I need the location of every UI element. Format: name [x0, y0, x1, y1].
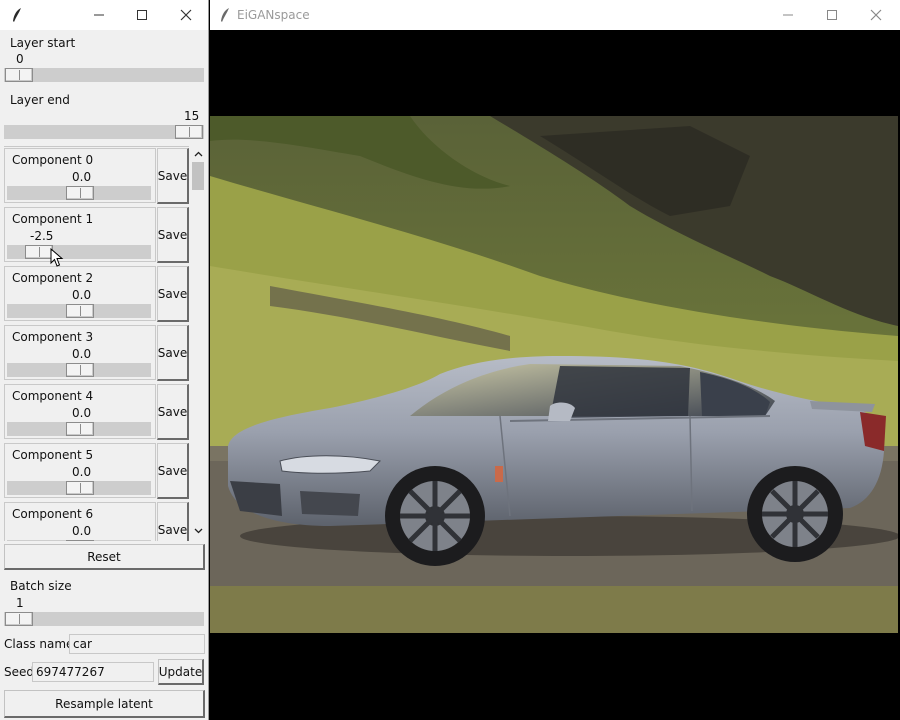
component-value: 0.0: [72, 406, 92, 420]
component-value: 0.0: [72, 288, 92, 302]
layer-start-value: 0: [16, 52, 24, 66]
close-icon: [870, 9, 882, 21]
chevron-up-icon[interactable]: [193, 149, 204, 160]
component-value: -2.5: [30, 229, 54, 243]
minimize-button[interactable]: [766, 0, 810, 30]
maximize-button[interactable]: [120, 0, 164, 30]
control-title-bar: [0, 0, 208, 30]
component-list: Component 0 0.0 Save Component 1 -2.5 Sa…: [4, 146, 189, 541]
maximize-icon: [137, 10, 147, 20]
minimize-icon: [94, 14, 104, 16]
component-slider-thumb[interactable]: [66, 304, 94, 318]
component-save-button[interactable]: Save: [157, 148, 189, 204]
maximize-button[interactable]: [810, 0, 854, 30]
component-name: Component 3: [12, 330, 94, 344]
component-name: Component 2: [12, 271, 94, 285]
component-name: Component 4: [12, 389, 94, 403]
component-row: Component 1 -2.5 Save: [4, 206, 189, 265]
update-button[interactable]: Update: [158, 659, 204, 685]
class-name-input[interactable]: car: [69, 634, 205, 654]
component-value: 0.0: [72, 524, 92, 538]
batch-size-slider[interactable]: [4, 612, 204, 626]
layer-start-label: Layer start: [10, 36, 76, 50]
component-name: Component 5: [12, 448, 94, 462]
batch-size-slider-thumb[interactable]: [5, 612, 33, 626]
component-value: 0.0: [72, 465, 92, 479]
component-slider[interactable]: [7, 481, 151, 495]
control-window: Layer start 0 Layer end 15 Component 0 0…: [0, 0, 209, 720]
layer-end-label: Layer end: [10, 93, 70, 107]
seed-input[interactable]: 697477267: [32, 662, 154, 682]
component-slider[interactable]: [7, 422, 151, 436]
minimize-icon: [783, 14, 793, 16]
component-slider-thumb[interactable]: [66, 540, 94, 541]
component-row: Component 0 0.0 Save: [4, 147, 189, 206]
reset-button[interactable]: Reset: [4, 544, 205, 570]
seed-label: Seed: [4, 665, 34, 679]
component-slider[interactable]: [7, 304, 151, 318]
component-save-button[interactable]: Save: [157, 384, 189, 440]
component-slider-thumb[interactable]: [66, 422, 94, 436]
component-row: Component 4 0.0 Save: [4, 383, 189, 442]
feather-icon: [221, 8, 229, 22]
component-row: Component 2 0.0 Save: [4, 265, 189, 324]
component-slider[interactable]: [7, 245, 151, 259]
window-title: EiGANspace: [237, 8, 310, 22]
component-row: Component 5 0.0 Save: [4, 442, 189, 501]
layer-end-slider[interactable]: [4, 125, 204, 139]
component-scrollbar[interactable]: [190, 146, 207, 541]
component-value: 0.0: [72, 347, 92, 361]
component-save-button[interactable]: Save: [157, 266, 189, 322]
component-value: 0.0: [72, 170, 92, 184]
image-window: EiGANspace: [210, 0, 900, 720]
batch-size-label: Batch size: [10, 579, 72, 593]
component-slider[interactable]: [7, 363, 151, 377]
layer-end-slider-thumb[interactable]: [175, 125, 203, 139]
component-name: Component 6: [12, 507, 94, 521]
component-slider-thumb[interactable]: [66, 186, 94, 200]
component-slider-thumb[interactable]: [25, 245, 53, 259]
layer-end-value: 15: [184, 109, 200, 123]
layer-start-slider[interactable]: [4, 68, 204, 82]
component-row: Component 6 0.0 Save: [4, 501, 189, 541]
component-row: Component 3 0.0 Save: [4, 324, 189, 383]
close-button[interactable]: [854, 0, 898, 30]
resample-latent-button[interactable]: Resample latent: [4, 690, 205, 718]
component-name: Component 1: [12, 212, 94, 226]
component-save-button[interactable]: Save: [157, 207, 189, 263]
close-icon: [180, 9, 192, 21]
maximize-icon: [827, 10, 837, 20]
image-title-bar: EiGANspace: [210, 0, 900, 30]
chevron-down-icon[interactable]: [193, 525, 204, 536]
component-save-button[interactable]: Save: [157, 443, 189, 499]
component-slider[interactable]: [7, 186, 151, 200]
component-save-button[interactable]: Save: [157, 325, 189, 381]
minimize-button[interactable]: [77, 0, 121, 30]
class-name-label: Class name: [4, 637, 74, 651]
component-slider[interactable]: [7, 540, 151, 541]
component-slider-thumb[interactable]: [66, 363, 94, 377]
scrollbar-thumb[interactable]: [192, 162, 204, 190]
layer-start-slider-thumb[interactable]: [5, 68, 33, 82]
component-save-button[interactable]: Save: [157, 502, 189, 541]
mouse-pointer-icon: [50, 248, 64, 267]
feather-icon: [13, 8, 21, 22]
batch-size-value: 1: [16, 596, 24, 610]
close-button[interactable]: [164, 0, 208, 30]
component-slider-thumb[interactable]: [66, 481, 94, 495]
component-name: Component 0: [12, 153, 94, 167]
generated-car-image: [210, 116, 898, 633]
